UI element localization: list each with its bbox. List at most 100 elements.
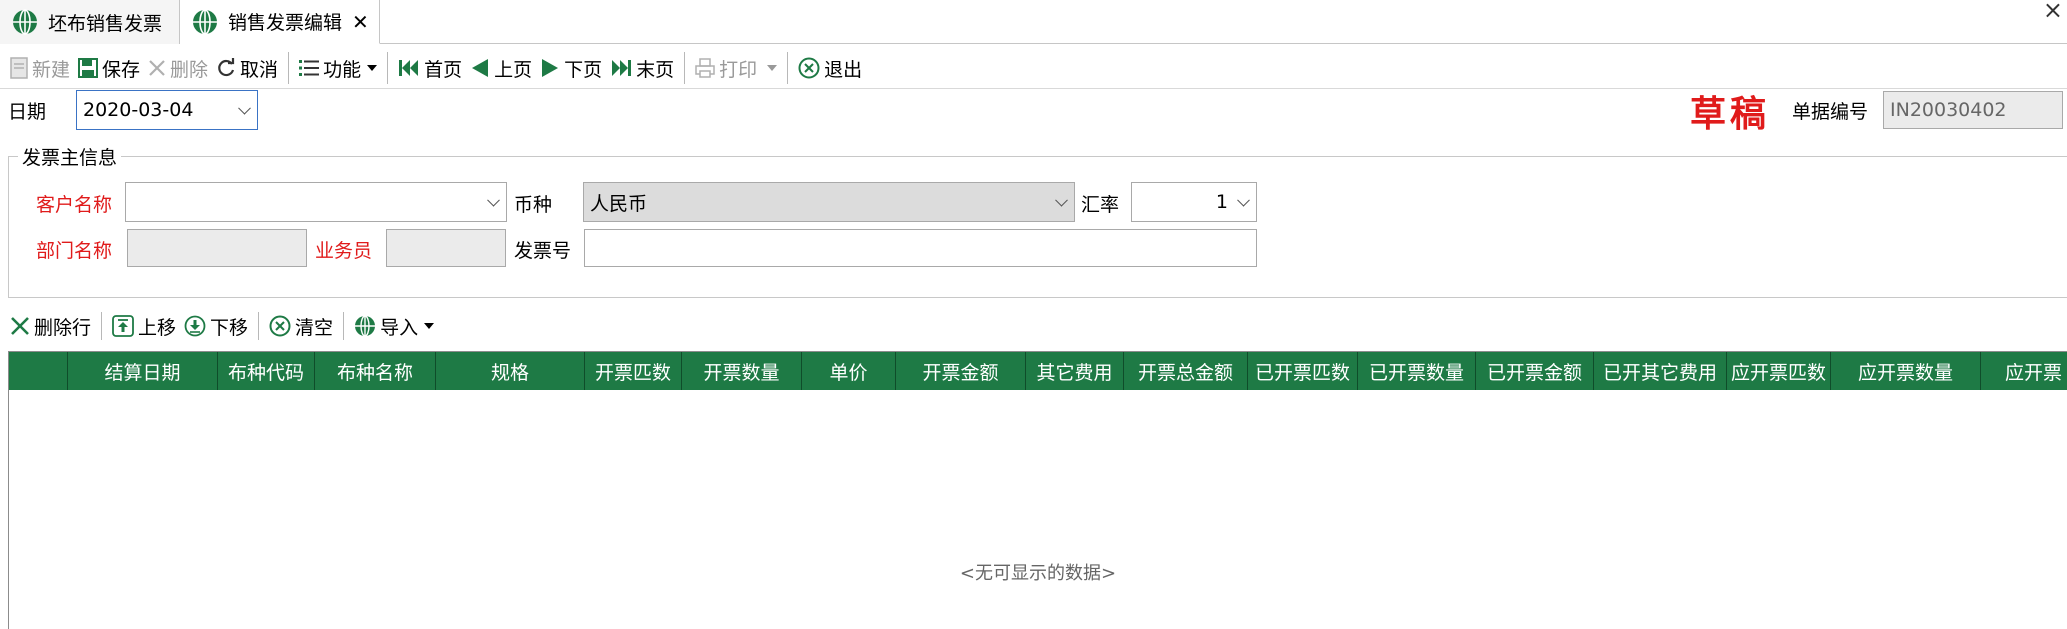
- date-picker[interactable]: 2020-03-04: [76, 90, 258, 130]
- new-document-icon: [10, 57, 28, 79]
- chevron-down-icon: [1055, 193, 1068, 207]
- grid-header-unit-price[interactable]: 单价: [802, 352, 896, 390]
- dropdown-caret-icon: [767, 65, 778, 71]
- last-page-label: 末页: [636, 58, 675, 81]
- exit-label: 退出: [824, 58, 863, 81]
- prev-page-label: 上页: [494, 58, 533, 81]
- grid-empty-message: <无可显示的数据>: [959, 563, 1117, 584]
- printer-icon: [695, 58, 715, 78]
- grid-header-invoiced-other-fees[interactable]: 已开其它费用: [1594, 352, 1727, 390]
- function-menu-button[interactable]: 功能: [295, 50, 381, 86]
- move-down-button[interactable]: 下移: [180, 308, 252, 344]
- arrow-up-icon: [112, 315, 134, 337]
- chevron-down-icon: [487, 193, 500, 207]
- customer-label: 客户名称: [36, 194, 113, 216]
- grid-header-invoice-qty[interactable]: 开票数量: [682, 352, 802, 390]
- grid-header-fabric-code[interactable]: 布种代码: [218, 352, 315, 390]
- toolbar-separator: [387, 52, 389, 84]
- exit-circle-x-icon: [798, 57, 820, 79]
- clear-label: 清空: [295, 316, 334, 339]
- list-menu-icon: [299, 60, 320, 76]
- grid-header-due-qty[interactable]: 应开票数量: [1831, 352, 1981, 390]
- draft-status-stamp: 草稿: [1690, 93, 1771, 135]
- next-page-icon: [542, 59, 559, 77]
- grid-header-indicator[interactable]: [9, 352, 68, 390]
- tab-label: 销售发票编辑: [228, 12, 343, 34]
- dropdown-caret-icon: [367, 65, 378, 71]
- delete-label: 删除: [170, 58, 209, 81]
- cancel-label: 取消: [240, 58, 279, 81]
- grid-header-spec[interactable]: 规格: [436, 352, 585, 390]
- detail-toolbar: 删除行 上移 下移 清空 导入: [6, 308, 438, 344]
- move-up-label: 上移: [138, 316, 177, 339]
- group-title: 发票主信息: [18, 143, 122, 170]
- invoice-main-info-group: [8, 156, 2067, 298]
- delete-x-icon: [11, 317, 29, 335]
- grid-header-invoice-pieces[interactable]: 开票匹数: [585, 352, 682, 390]
- grid-header-fabric-name[interactable]: 布种名称: [315, 352, 436, 390]
- currency-select[interactable]: 人民币: [583, 182, 1075, 222]
- move-down-label: 下移: [210, 316, 249, 339]
- last-page-icon: [612, 60, 632, 76]
- window-close-icon[interactable]: ×: [2043, 0, 2063, 24]
- close-icon[interactable]: ✕: [352, 10, 369, 34]
- save-disk-icon: [78, 58, 99, 78]
- last-page-button[interactable]: 末页: [606, 50, 678, 86]
- cancel-button[interactable]: 取消: [212, 50, 282, 86]
- delete-button[interactable]: 删除: [144, 50, 212, 86]
- doc-no-label: 单据编号: [1792, 101, 1869, 123]
- grid-header-due-amount[interactable]: 应开票: [1981, 352, 2067, 390]
- toolbar-separator: [787, 52, 789, 84]
- grid-header-invoice-total[interactable]: 开票总金额: [1124, 352, 1248, 390]
- arrow-down-icon: [184, 315, 206, 337]
- dropdown-caret-icon: [424, 323, 435, 329]
- function-label: 功能: [323, 58, 362, 81]
- refresh-icon: [218, 58, 235, 77]
- customer-select[interactable]: [125, 182, 507, 222]
- toolbar-separator: [101, 312, 103, 340]
- toolbar-separator: [684, 52, 686, 84]
- globe-icon: [13, 9, 37, 35]
- invoice-no-field[interactable]: [584, 229, 1257, 267]
- invoice-no-label: 发票号: [514, 240, 572, 262]
- new-button[interactable]: 新建: [6, 50, 74, 86]
- new-label: 新建: [32, 58, 71, 81]
- dept-label: 部门名称: [36, 240, 113, 262]
- dept-field[interactable]: [127, 229, 307, 267]
- prev-page-icon: [472, 59, 489, 77]
- tab-sales-invoice-edit[interactable]: 销售发票编辑 ✕: [180, 0, 380, 44]
- globe-icon: [355, 315, 376, 337]
- salesman-field[interactable]: [386, 229, 506, 267]
- grid-header-invoiced-pieces[interactable]: 已开票匹数: [1248, 352, 1358, 390]
- date-value: 2020-03-04: [83, 99, 194, 121]
- delete-row-label: 删除行: [34, 316, 92, 339]
- import-menu-button[interactable]: 导入: [350, 308, 438, 344]
- grid-header-invoiced-amount[interactable]: 已开票金额: [1476, 352, 1594, 390]
- print-label: 打印: [719, 58, 758, 81]
- grid-header-settle-date[interactable]: 结算日期: [68, 352, 218, 390]
- print-button[interactable]: 打印: [691, 50, 781, 86]
- rate-value: 1: [1215, 191, 1228, 213]
- clear-button[interactable]: 清空: [265, 308, 337, 344]
- first-page-button[interactable]: 首页: [394, 50, 466, 86]
- tab-greige-sales-invoice[interactable]: 坯布销售发票: [0, 0, 180, 44]
- grid-header-due-pieces[interactable]: 应开票匹数: [1727, 352, 1831, 390]
- rate-label: 汇率: [1081, 194, 1120, 216]
- grid-header-invoice-amount[interactable]: 开票金额: [896, 352, 1026, 390]
- grid-header-invoiced-qty[interactable]: 已开票数量: [1358, 352, 1476, 390]
- move-up-button[interactable]: 上移: [108, 308, 180, 344]
- delete-row-button[interactable]: 删除行: [6, 308, 95, 344]
- grid-header-other-fees[interactable]: 其它费用: [1026, 352, 1124, 390]
- globe-icon: [193, 8, 217, 35]
- invoice-detail-grid[interactable]: 结算日期 布种代码 布种名称 规格 开票匹数 开票数量 单价 开票金额 其它费用…: [8, 351, 2067, 629]
- tab-strip: 坯布销售发票 销售发票编辑 ✕: [0, 0, 2067, 44]
- import-label: 导入: [380, 316, 419, 339]
- main-toolbar: 新建 保存 删除 取消 功能 首页 上页 下页 末页 打印 退出: [0, 46, 2067, 90]
- rate-spinner[interactable]: 1: [1131, 182, 1257, 222]
- next-page-button[interactable]: 下页: [536, 50, 606, 86]
- delete-x-icon: [149, 60, 165, 76]
- save-button[interactable]: 保存: [74, 50, 144, 86]
- doc-no-value: IN20030402: [1890, 99, 2007, 121]
- prev-page-button[interactable]: 上页: [466, 50, 536, 86]
- exit-button[interactable]: 退出: [794, 50, 866, 86]
